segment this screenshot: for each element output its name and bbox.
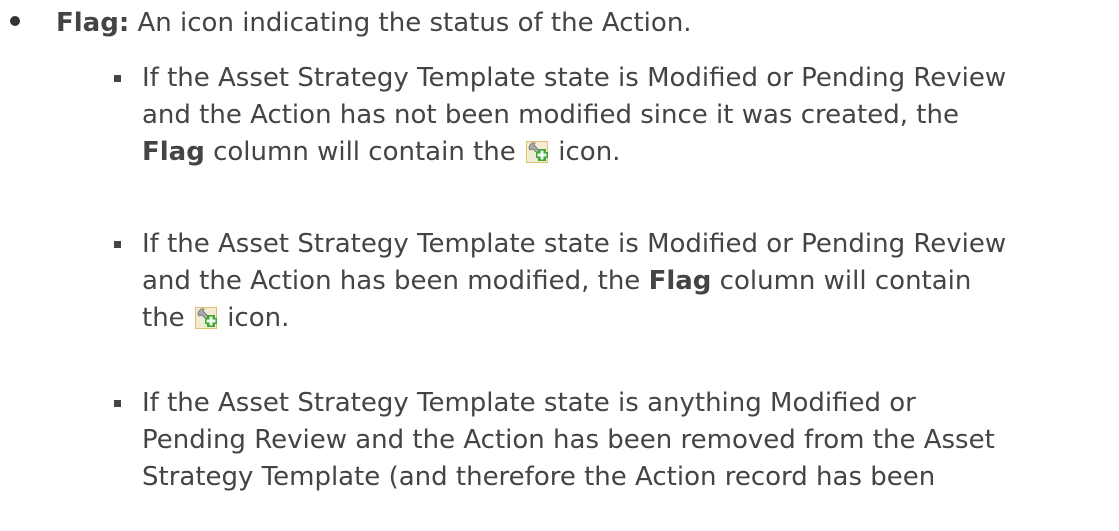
document-page: Flag: An icon indicating the status of t… xyxy=(0,0,1119,531)
sub-bullet-marker xyxy=(114,400,121,407)
text-line: If the Asset Strategy Template state is … xyxy=(142,63,1007,93)
text-line: Flag column will contain the icon. xyxy=(142,134,1117,171)
wrench-plus-icon xyxy=(526,141,548,163)
sub-bullet-text: If the Asset Strategy Template state is … xyxy=(142,60,1117,171)
text-line: the icon. xyxy=(142,300,1117,337)
flag-term: Flag xyxy=(648,266,712,296)
wrench-plus-icon xyxy=(194,307,217,329)
sub-bullet-marker xyxy=(114,241,121,248)
term-flag: Flag: xyxy=(56,8,130,38)
flag-term: Flag xyxy=(142,137,205,167)
text-fragment: the xyxy=(142,303,193,333)
text-fragment: and the Action has been modified, the xyxy=(142,266,649,296)
sub-bullet-marker xyxy=(114,75,121,82)
sub-bullet-text: If the Asset Strategy Template state is … xyxy=(142,385,1117,496)
text-line: Pending Review and the Action has been r… xyxy=(142,425,995,455)
text-fragment: column will contain xyxy=(711,266,972,296)
bullet-dot xyxy=(10,15,20,26)
text-fragment: icon. xyxy=(218,303,290,333)
text-line: If the Asset Strategy Template state is … xyxy=(142,388,916,418)
flag-definition-bullet: Flag: An icon indicating the status of t… xyxy=(8,4,1108,42)
text-line: and the Action has not been modified sin… xyxy=(142,100,959,130)
text-fragment: icon. xyxy=(550,137,621,167)
sub-bullet-text: If the Asset Strategy Template state is … xyxy=(142,226,1117,337)
text-line: If the Asset Strategy Template state is … xyxy=(142,229,1007,259)
text-line: and the Action has been modified, the Fl… xyxy=(142,263,1117,300)
text-fragment: column will contain the xyxy=(204,137,524,167)
text-line: Strategy Template (and therefore the Act… xyxy=(142,462,936,492)
term-flag-description: An icon indicating the status of the Act… xyxy=(129,8,692,38)
